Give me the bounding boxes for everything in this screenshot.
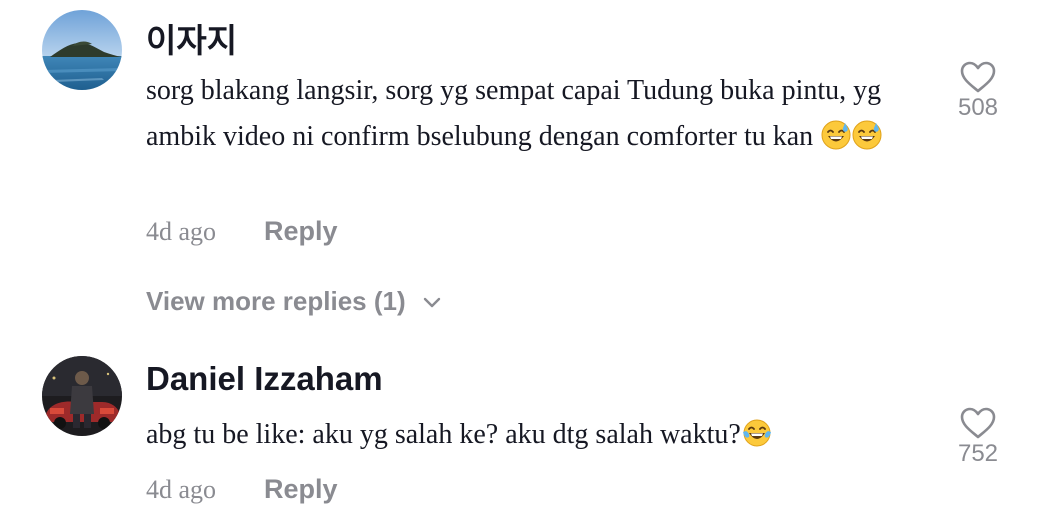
person-with-car-avatar-icon	[42, 356, 122, 436]
reply-button[interactable]: Reply	[264, 216, 338, 247]
comment-text-body: abg tu be like: aku yg salah ke? aku dtg…	[146, 419, 741, 450]
like-button[interactable]: 752	[950, 406, 1006, 468]
comment-author[interactable]: Daniel Izzaham	[146, 360, 383, 398]
heart-icon	[960, 407, 996, 439]
tears-of-joy-emoji-icon	[742, 417, 772, 463]
sweat-smile-emoji-icon	[821, 119, 851, 165]
view-more-replies-button[interactable]: View more replies (1)	[146, 286, 442, 317]
comment-author[interactable]: 이자지	[146, 14, 237, 62]
like-count: 752	[957, 440, 999, 467]
comment-item: 이자지 sorg blakang langsir, sorg yg sempat…	[0, 0, 1040, 270]
comment-text: sorg blakang langsir, sorg yg sempat cap…	[146, 68, 926, 165]
reply-button[interactable]: Reply	[264, 474, 338, 505]
chevron-down-icon	[422, 286, 442, 317]
comment-item: Daniel Izzaham abg tu be like: aku yg sa…	[0, 350, 1040, 516]
comment-meta: 4d ago Reply	[146, 474, 338, 505]
comment-timestamp: 4d ago	[146, 216, 217, 246]
heart-icon	[960, 61, 996, 93]
comment-text-body: sorg blakang langsir, sorg yg sempat cap…	[146, 75, 882, 152]
sweat-smile-emoji-icon	[852, 119, 882, 165]
like-count: 508	[957, 94, 999, 121]
comment-text: abg tu be like: aku yg salah ke? aku dtg…	[146, 412, 926, 463]
avatar[interactable]	[42, 356, 122, 436]
avatar[interactable]	[42, 10, 122, 90]
comment-timestamp: 4d ago	[146, 474, 217, 504]
comment-meta: 4d ago Reply	[146, 216, 338, 247]
island-sea-avatar-icon	[42, 10, 122, 90]
like-button[interactable]: 508	[950, 60, 1006, 122]
view-more-replies-label: View more replies (1)	[146, 286, 406, 316]
